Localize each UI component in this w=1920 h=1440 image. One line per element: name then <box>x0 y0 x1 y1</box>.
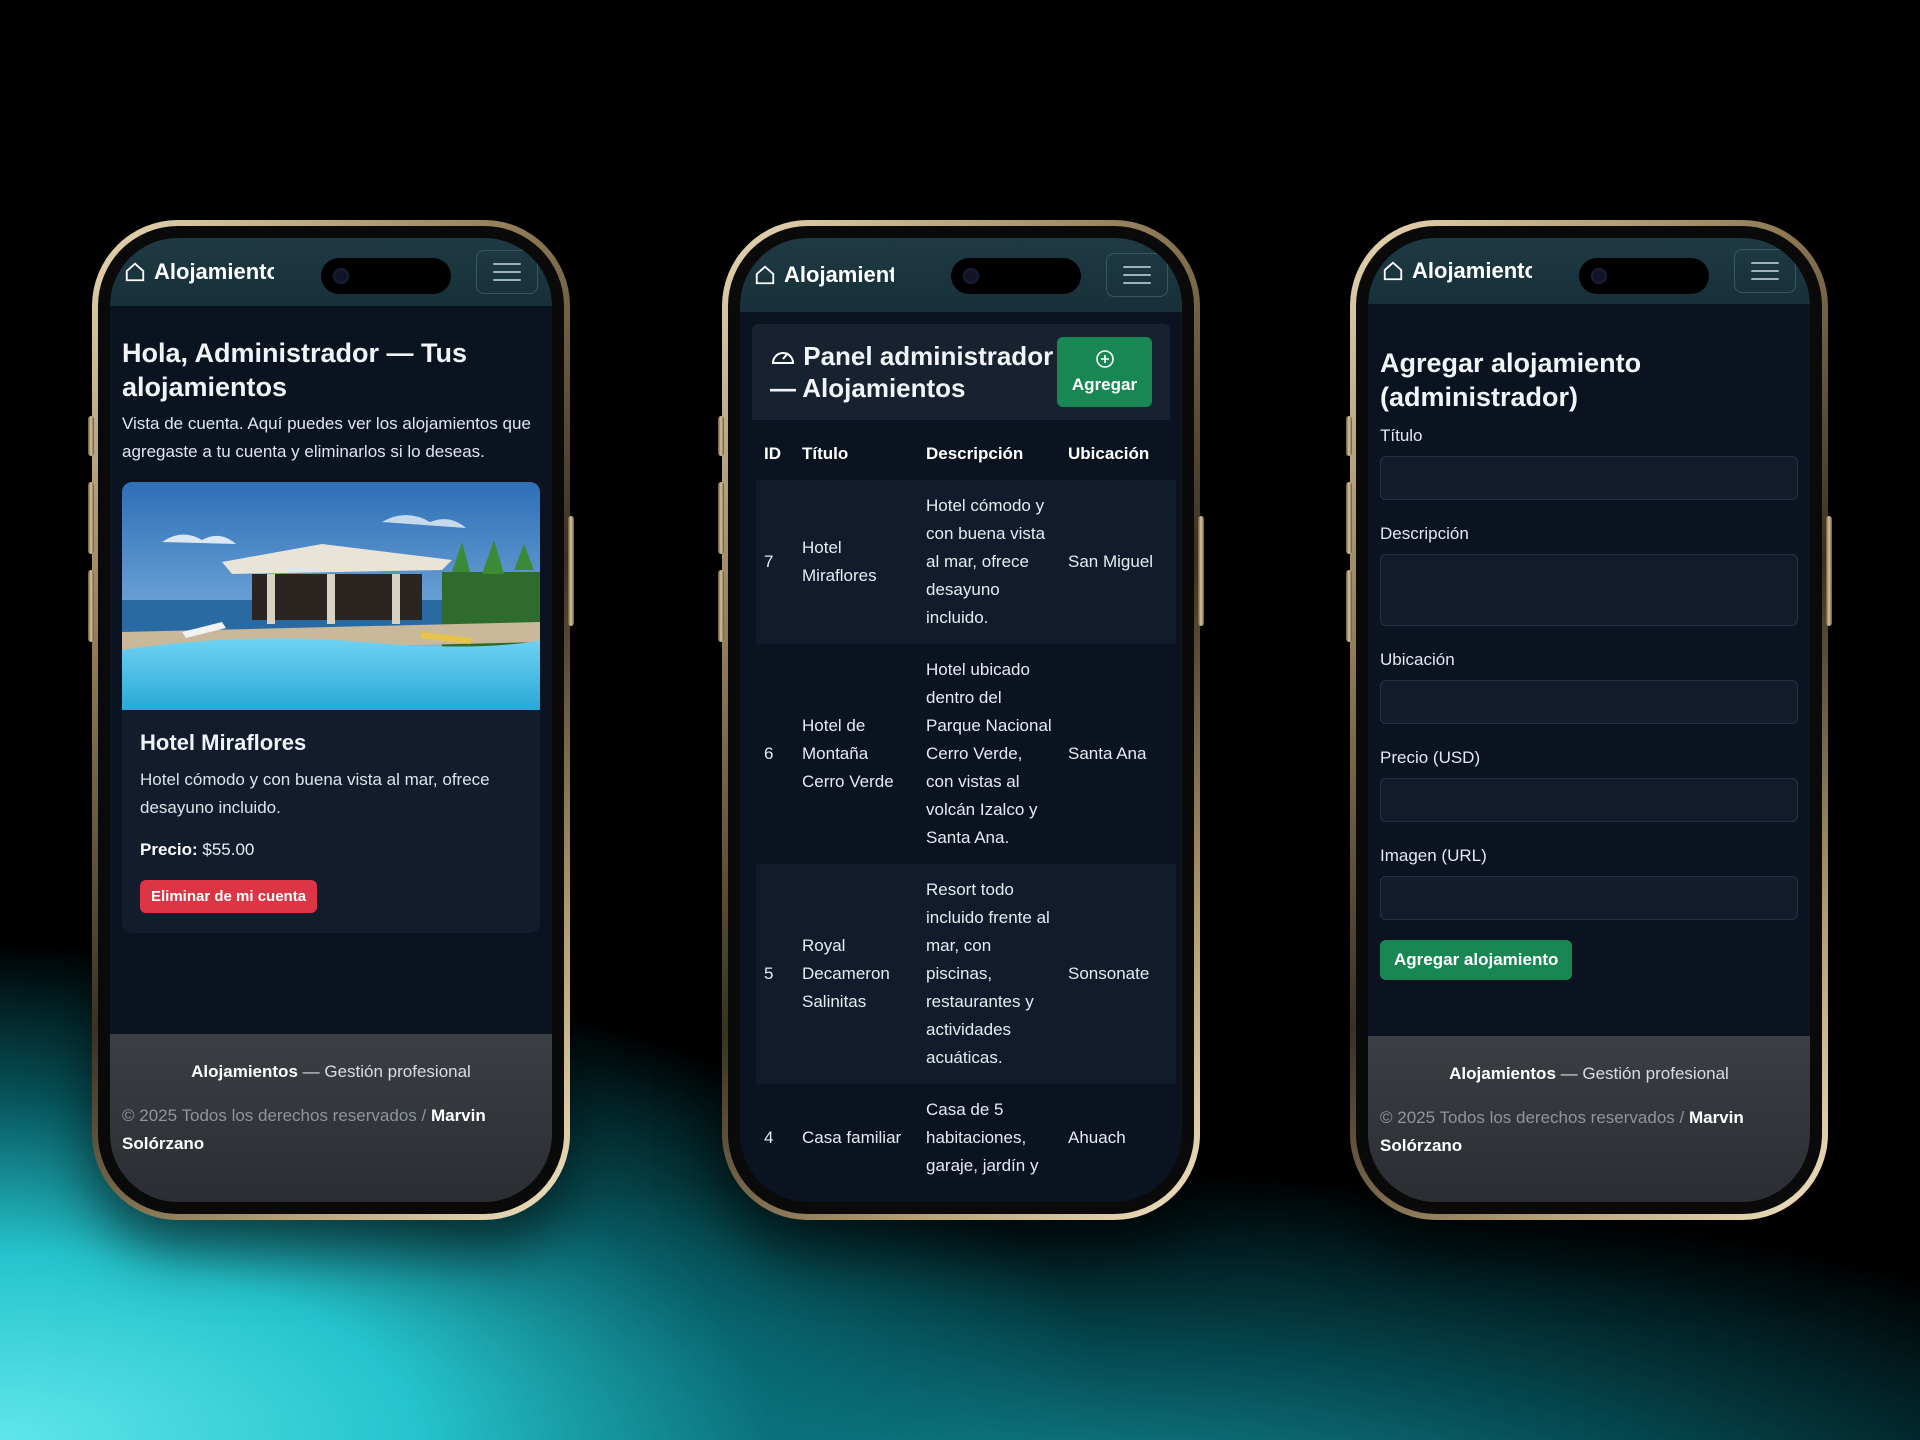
cell-id: 7 <box>756 480 794 644</box>
listing-price: Precio: $55.00 <box>140 840 522 860</box>
table-row[interactable]: 5 Royal Decameron Salinitas Resort todo … <box>756 864 1176 1084</box>
cell-description: Casa de 5 habitaciones, garaje, jardín y <box>918 1084 1060 1192</box>
phone-account-view: Alojamientos Hola, Administrador — Tus a… <box>88 220 574 1220</box>
footer-tagline: — Gestión profesional <box>1555 1064 1729 1083</box>
dynamic-island <box>1579 258 1709 294</box>
panel-header: Panel administrador — Alojamientos Agreg… <box>752 324 1170 420</box>
form-title: Agregar alojamiento (administrador) <box>1380 348 1642 412</box>
cell-location: Sonsonate <box>1060 864 1176 1084</box>
phone-admin-panel: Alojamientos Panel administrador — Aloja… <box>718 220 1204 1220</box>
screen: Alojamientos Panel administrador — Aloja… <box>740 238 1182 1202</box>
label-title: Título <box>1380 426 1423 445</box>
panel-title: Panel administrador — Alojamientos <box>770 340 1057 404</box>
screen: Alojamientos Agregar alojamiento (admini… <box>1368 238 1810 1202</box>
brand-label: Alojamientos <box>1412 258 1532 283</box>
location-input[interactable] <box>1380 680 1798 724</box>
plus-circle-icon <box>1095 350 1114 368</box>
page-title: Hola, Administrador — Tus alojamientos <box>122 338 468 402</box>
price-input[interactable] <box>1380 778 1798 822</box>
menu-toggle-button[interactable] <box>1734 249 1796 293</box>
header-description: Descripción <box>926 444 1024 463</box>
cell-title: Hotel Miraflores <box>794 480 918 644</box>
cell-title: Royal Decameron Salinitas <box>794 864 918 1084</box>
cell-id: 6 <box>756 644 794 864</box>
brand-link[interactable]: Alojamientos <box>1382 258 1532 284</box>
label-image-url: Imagen (URL) <box>1380 846 1487 865</box>
listing-description: Hotel cómodo y con buena vista al mar, o… <box>140 770 490 817</box>
menu-toggle-button[interactable] <box>1106 253 1168 297</box>
footer: Alojamientos — Gestión profesional © 202… <box>110 1034 552 1202</box>
label-location: Ubicación <box>1380 650 1455 669</box>
header-title: Título <box>802 444 849 463</box>
cell-description: Hotel cómodo y con buena vista al mar, o… <box>918 480 1060 644</box>
footer-tagline: — Gestión profesional <box>297 1062 471 1081</box>
header-id: ID <box>764 444 781 463</box>
add-button-label: Agregar <box>1071 375 1138 394</box>
listing-title: Hotel Miraflores <box>140 730 307 755</box>
dynamic-island <box>321 258 451 294</box>
footer-brand: Alojamientos <box>1449 1064 1556 1083</box>
house-icon <box>755 265 775 285</box>
price-label: Precio: <box>140 840 198 859</box>
header-location: Ubicación <box>1068 444 1150 463</box>
footer: Alojamientos — Gestión profesional © 202… <box>1368 1036 1810 1202</box>
panel-title-text: Panel administrador — Alojamientos <box>770 341 1054 403</box>
cell-title: Hotel de Montaña Cerro Verde <box>794 644 918 864</box>
table-row[interactable]: 7 Hotel Miraflores Hotel cómodo y con bu… <box>756 480 1176 644</box>
brand-label: Alojamientos <box>784 262 894 287</box>
hamburger-icon <box>1123 266 1151 268</box>
submit-add-button[interactable]: Agregar alojamiento <box>1380 940 1573 980</box>
remove-from-account-button[interactable]: Eliminar de mi cuenta <box>140 880 318 913</box>
title-input[interactable] <box>1380 456 1798 500</box>
cell-description: Resort todo incluido frente al mar, con … <box>918 864 1060 1084</box>
dynamic-island <box>951 258 1081 294</box>
cell-location: Santa Ana <box>1060 644 1176 864</box>
image-url-input[interactable] <box>1380 876 1798 920</box>
hamburger-icon <box>493 263 521 265</box>
label-description: Descripción <box>1380 524 1469 543</box>
house-icon <box>125 262 145 282</box>
cell-id: 5 <box>756 864 794 1084</box>
footer-brand: Alojamientos <box>191 1062 298 1081</box>
speedometer-icon <box>771 352 795 364</box>
brand-link[interactable]: Alojamientos <box>124 259 274 285</box>
screen: Alojamientos Hola, Administrador — Tus a… <box>110 238 552 1202</box>
add-button[interactable]: Agregar <box>1057 337 1152 407</box>
table-row[interactable]: 4 Casa familiar Casa de 5 habitaciones, … <box>756 1084 1176 1192</box>
cell-location: Ahuach <box>1060 1084 1176 1192</box>
footer-copyright: © 2025 Todos los derechos reservados / <box>122 1106 431 1125</box>
cell-description: Hotel ubicado dentro del Parque Nacional… <box>918 644 1060 864</box>
phone-add-form: Alojamientos Agregar alojamiento (admini… <box>1346 220 1832 1220</box>
listings-table: ID Título Descripción Ubicación 7 Hotel … <box>756 420 1176 1192</box>
table-header-row: ID Título Descripción Ubicación <box>756 420 1176 480</box>
hamburger-icon <box>1751 262 1779 264</box>
brand-link[interactable]: Alojamientos <box>754 262 894 288</box>
cell-location: San Miguel <box>1060 480 1176 644</box>
footer-copyright: © 2025 Todos los derechos reservados / <box>1380 1108 1689 1127</box>
cell-id: 4 <box>756 1084 794 1192</box>
house-icon <box>1383 261 1403 281</box>
page-lead: Vista de cuenta. Aquí puedes ver los alo… <box>122 414 531 461</box>
listing-card: Hotel Miraflores Hotel cómodo y con buen… <box>122 482 540 933</box>
add-form: Agregar alojamiento (administrador) Títu… <box>1368 304 1810 992</box>
listing-image <box>122 482 540 710</box>
table-row[interactable]: 6 Hotel de Montaña Cerro Verde Hotel ubi… <box>756 644 1176 864</box>
brand-label: Alojamientos <box>154 259 274 284</box>
menu-toggle-button[interactable] <box>476 250 538 294</box>
price-value: $55.00 <box>202 840 255 859</box>
cell-title: Casa familiar <box>794 1084 918 1192</box>
description-textarea[interactable] <box>1380 554 1798 626</box>
label-price: Precio (USD) <box>1380 748 1481 767</box>
